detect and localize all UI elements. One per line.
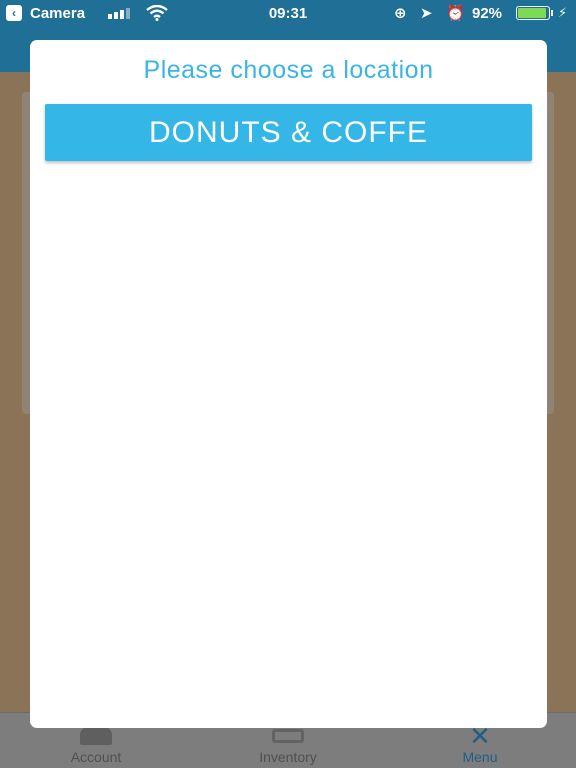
account-icon <box>80 727 112 745</box>
location-button-donuts-coffe[interactable]: DONUTS & COFFE <box>45 104 532 161</box>
location-icon: ➤ <box>420 5 433 22</box>
status-bar: ‹ Camera 09:31 ⊕ ➤ ⏰ 92% ⚡ <box>0 0 576 26</box>
modal-title: Please choose a location <box>143 56 434 84</box>
battery-percent: 92% <box>472 4 503 22</box>
tab-account-label: Account <box>70 749 122 765</box>
battery-icon <box>516 6 550 20</box>
inventory-icon <box>272 729 304 743</box>
charging-icon: ⚡ <box>558 5 568 20</box>
location-picker-modal: Please choose a location DONUTS & COFFE <box>30 40 547 728</box>
battery-fill <box>518 8 546 18</box>
tab-menu-label: Menu <box>462 749 498 765</box>
tab-inventory-label: Inventory <box>259 749 317 765</box>
orientation-lock-icon: ⊕ <box>394 5 407 22</box>
alarm-icon: ⏰ <box>446 5 465 22</box>
battery-tip <box>551 10 553 16</box>
